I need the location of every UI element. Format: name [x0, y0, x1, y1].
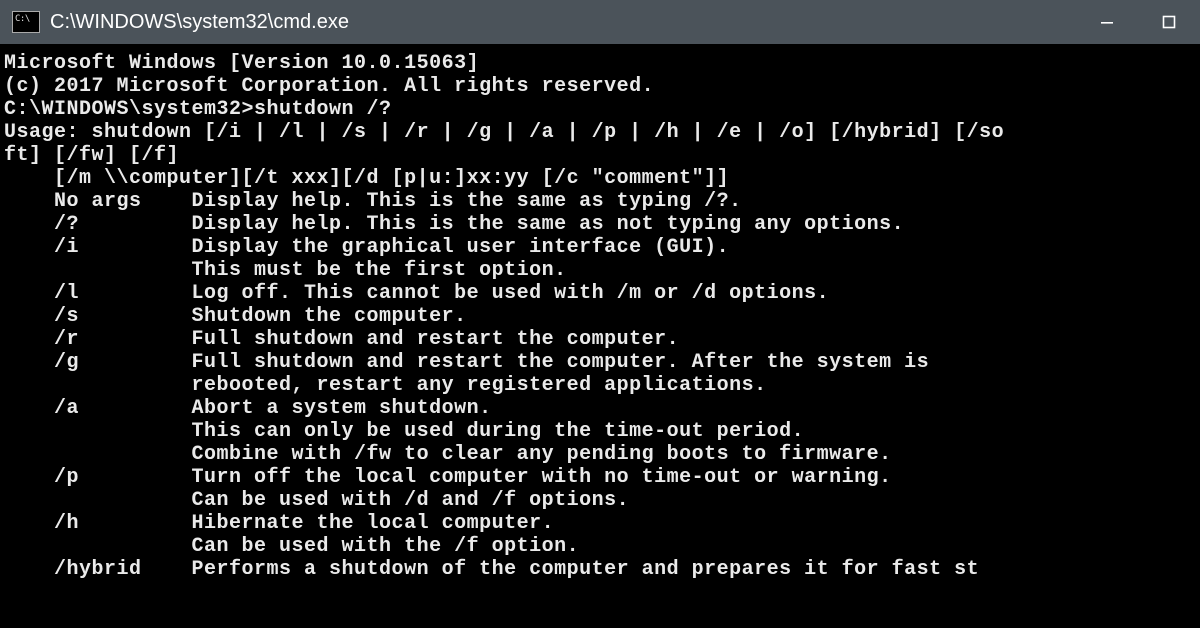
terminal-line: Combine with /fw to clear any pending bo…: [4, 443, 1200, 466]
minimize-button[interactable]: [1076, 0, 1138, 44]
terminal-output[interactable]: Microsoft Windows [Version 10.0.15063](c…: [0, 44, 1200, 628]
maximize-icon: [1162, 15, 1176, 29]
terminal-line: Can be used with /d and /f options.: [4, 489, 1200, 512]
window-title: C:\WINDOWS\system32\cmd.exe: [50, 11, 1076, 34]
terminal-line: /g Full shutdown and restart the compute…: [4, 351, 1200, 374]
titlebar[interactable]: C:\WINDOWS\system32\cmd.exe: [0, 0, 1200, 44]
terminal-line: Usage: shutdown [/i | /l | /s | /r | /g …: [4, 121, 1200, 144]
terminal-line: Microsoft Windows [Version 10.0.15063]: [4, 52, 1200, 75]
terminal-line: C:\WINDOWS\system32>shutdown /?: [4, 98, 1200, 121]
terminal-line: [/m \\computer][/t xxx][/d [p|u:]xx:yy […: [4, 167, 1200, 190]
terminal-line: /? Display help. This is the same as not…: [4, 213, 1200, 236]
terminal-line: rebooted, restart any registered applica…: [4, 374, 1200, 397]
maximize-button[interactable]: [1138, 0, 1200, 44]
cmd-icon[interactable]: [12, 11, 40, 33]
terminal-line: /s Shutdown the computer.: [4, 305, 1200, 328]
terminal-line: This must be the first option.: [4, 259, 1200, 282]
terminal-line: /a Abort a system shutdown.: [4, 397, 1200, 420]
terminal-line: ft] [/fw] [/f]: [4, 144, 1200, 167]
terminal-line: Can be used with the /f option.: [4, 535, 1200, 558]
terminal-line: /i Display the graphical user interface …: [4, 236, 1200, 259]
terminal-line: /l Log off. This cannot be used with /m …: [4, 282, 1200, 305]
terminal-line: /hybrid Performs a shutdown of the compu…: [4, 558, 1200, 581]
terminal-line: No args Display help. This is the same a…: [4, 190, 1200, 213]
terminal-line: (c) 2017 Microsoft Corporation. All righ…: [4, 75, 1200, 98]
terminal-line: This can only be used during the time-ou…: [4, 420, 1200, 443]
terminal-line: /h Hibernate the local computer.: [4, 512, 1200, 535]
minimize-icon: [1100, 15, 1114, 29]
terminal-line: /p Turn off the local computer with no t…: [4, 466, 1200, 489]
window-controls: [1076, 0, 1200, 44]
cmd-window: C:\WINDOWS\system32\cmd.exe Microsoft Wi…: [0, 0, 1200, 628]
terminal-line: /r Full shutdown and restart the compute…: [4, 328, 1200, 351]
